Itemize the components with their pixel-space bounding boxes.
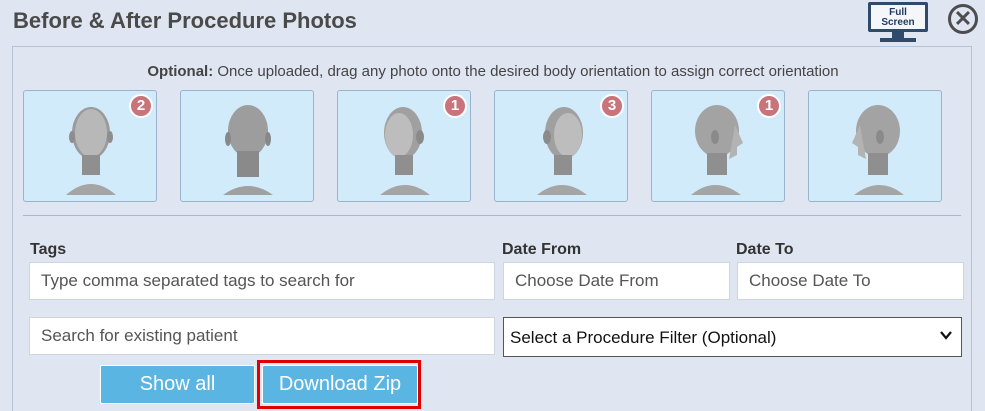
orientation-front[interactable]: 2 — [23, 90, 157, 202]
optional-label: Optional: — [147, 63, 214, 80]
close-icon[interactable]: ✕ — [948, 4, 978, 34]
download-zip-highlight — [257, 360, 421, 409]
procedure-filter-select[interactable]: Select a Procedure Filter (Optional) — [503, 317, 962, 357]
orientation-profile-right[interactable]: 1 — [651, 90, 785, 202]
head-front-icon — [66, 107, 116, 195]
date-from-input[interactable]: Choose Date From — [503, 262, 730, 300]
photo-count-badge: 1 — [443, 94, 467, 118]
instructions-text: Once uploaded, drag any photo onto the d… — [213, 63, 839, 80]
monitor-icon: Full Screen — [868, 2, 928, 32]
procedure-filter-value: Select a Procedure Filter (Optional) — [510, 328, 777, 347]
head-profile-icon — [852, 105, 904, 195]
fullscreen-label-line2: Screen — [881, 17, 915, 28]
orientation-three-quarter-right[interactable]: 1 — [337, 90, 471, 202]
show-all-button[interactable]: Show all — [100, 365, 255, 404]
tags-label: Tags — [30, 241, 67, 258]
orientation-instructions: Optional: Once uploaded, drag any photo … — [13, 63, 973, 80]
date-to-label: Date To — [736, 241, 794, 258]
chevron-down-icon — [940, 331, 952, 340]
date-to-input[interactable]: Choose Date To — [737, 262, 964, 300]
patient-search-input[interactable]: Search for existing patient — [29, 317, 495, 355]
orientation-three-quarter-left[interactable]: 3 — [494, 90, 628, 202]
divider — [23, 215, 961, 216]
photo-panel: Optional: Once uploaded, drag any photo … — [12, 46, 972, 411]
photo-count-badge: 1 — [757, 94, 781, 118]
head-three-quarter-icon — [537, 107, 587, 195]
orientation-back[interactable] — [180, 90, 314, 202]
dialog-title: Before & After Procedure Photos — [13, 8, 357, 33]
fullscreen-button[interactable]: Full Screen — [866, 2, 930, 44]
photo-count-badge: 3 — [600, 94, 624, 118]
head-three-quarter-icon — [380, 107, 430, 195]
tags-input[interactable]: Type comma separated tags to search for — [29, 262, 495, 300]
photo-count-badge: 2 — [129, 94, 153, 118]
orientation-profile-left[interactable] — [808, 90, 942, 202]
head-back-icon — [223, 105, 273, 195]
monitor-base — [880, 38, 916, 42]
date-from-label: Date From — [502, 241, 582, 258]
head-profile-icon — [691, 105, 743, 195]
